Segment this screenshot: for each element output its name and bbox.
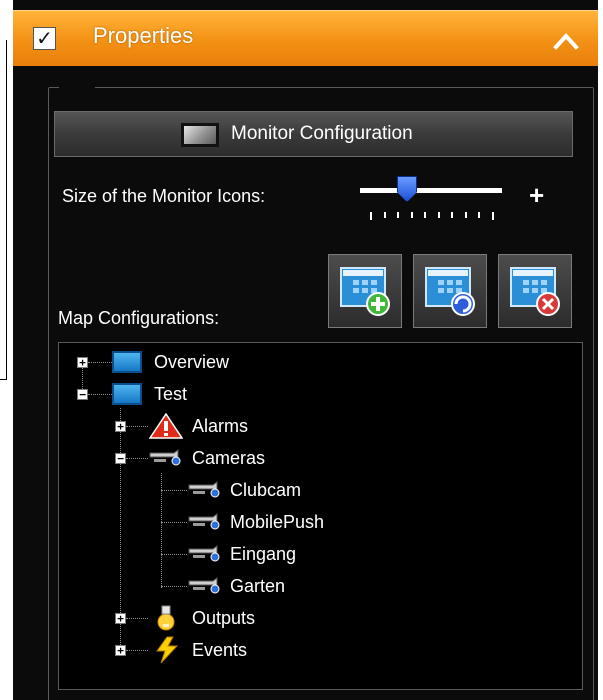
slider-tick [370, 212, 372, 220]
monitor-icon [181, 123, 219, 147]
tree-item-cameras[interactable]: − Cameras [59, 443, 579, 473]
tree-item-events[interactable]: + Events [59, 635, 579, 665]
monitor-icon-size-label: Size of the Monitor Icons: [62, 186, 266, 206]
add-map-button[interactable] [328, 254, 402, 328]
tree-expander[interactable]: + [115, 613, 126, 624]
slider-tick [438, 212, 440, 218]
properties-title: Properties [93, 23, 194, 48]
tree-connector [161, 522, 187, 523]
monitor-configuration-label: Monitor Configuration [231, 123, 413, 144]
tree-label: MobilePush [230, 512, 325, 532]
tree-label: Alarms [192, 416, 249, 436]
tree-connector [126, 458, 148, 459]
delete-map-button[interactable] [498, 254, 572, 328]
slider-tick [397, 212, 399, 218]
increase-size-button[interactable]: + [529, 180, 544, 211]
tree-connector [126, 618, 148, 619]
tree-connector [161, 490, 187, 491]
alarm-warning-icon [149, 413, 183, 439]
slider-tick [411, 212, 413, 218]
slider-tick [465, 212, 467, 218]
map-icon [112, 351, 142, 373]
properties-panel: ✓ Properties Monitor Configuration Size … [13, 0, 598, 700]
tree-expander[interactable]: − [77, 389, 88, 400]
slider-tick [492, 212, 494, 220]
tree-item-mobilepush[interactable]: MobilePush [59, 507, 579, 537]
tree-item-garten[interactable]: Garten [59, 571, 579, 601]
monitor-configuration-button[interactable]: Monitor Configuration [54, 111, 573, 157]
tree-item-alarms[interactable]: + Alarms [59, 411, 579, 441]
tree-label: Garten [230, 576, 286, 596]
slider-tick [424, 212, 426, 218]
camera-icon [188, 513, 220, 530]
tree-label: Eingang [230, 544, 297, 564]
slider-ticks [370, 212, 496, 220]
tree-label: Test [154, 384, 188, 404]
group-frame-tab [59, 82, 95, 92]
camera-icon [149, 449, 181, 466]
refresh-map-icon [425, 267, 475, 316]
tree-label: Cameras [192, 448, 266, 468]
lightning-event-icon [156, 636, 179, 664]
left-divider-line [6, 40, 7, 380]
tree-expander[interactable]: + [77, 357, 88, 368]
map-configurations-tree[interactable]: + Overview − Test + Alarms − Cameras Clu… [58, 342, 583, 690]
tree-connector [161, 554, 187, 555]
left-divider-tick [0, 379, 7, 380]
tree-item-outputs[interactable]: + Outputs [59, 603, 579, 633]
camera-icon [188, 545, 220, 562]
map-icon [112, 383, 142, 405]
add-map-icon [340, 267, 390, 316]
slider-thumb[interactable] [397, 176, 417, 202]
delete-map-icon [510, 267, 560, 316]
tree-label: Events [192, 640, 248, 660]
tree-expander[interactable]: + [115, 421, 126, 432]
tree-connector [88, 394, 112, 395]
tree-connector [161, 586, 187, 587]
tree-item-overview[interactable]: + Overview [59, 347, 579, 377]
tree-label: Outputs [192, 608, 256, 628]
right-edge [598, 0, 603, 700]
light-bulb-icon [157, 605, 175, 631]
tree-item-eingang[interactable]: Eingang [59, 539, 579, 569]
tree-connector [88, 362, 112, 363]
tree-label: Overview [154, 352, 230, 372]
tree-label: Clubcam [230, 480, 302, 500]
tree-connector [126, 650, 148, 651]
properties-checkbox[interactable]: ✓ [33, 27, 56, 50]
slider-tick [451, 212, 453, 218]
camera-icon [188, 481, 220, 498]
tree-expander[interactable]: + [115, 645, 126, 656]
slider-tick [478, 212, 480, 218]
properties-header[interactable]: ✓ Properties [13, 10, 598, 66]
camera-icon [188, 577, 220, 594]
tree-item-clubcam[interactable]: Clubcam [59, 475, 579, 505]
refresh-map-button[interactable] [413, 254, 487, 328]
map-configurations-label: Map Configurations: [58, 308, 220, 328]
tree-expander[interactable]: − [115, 453, 126, 464]
slider-tick [384, 212, 386, 218]
tree-item-test[interactable]: − Test [59, 379, 579, 409]
slider-track[interactable] [360, 188, 502, 193]
tree-connector [126, 426, 148, 427]
chevron-up-icon[interactable] [553, 31, 579, 51]
monitor-icon-size-slider[interactable] [360, 172, 506, 224]
